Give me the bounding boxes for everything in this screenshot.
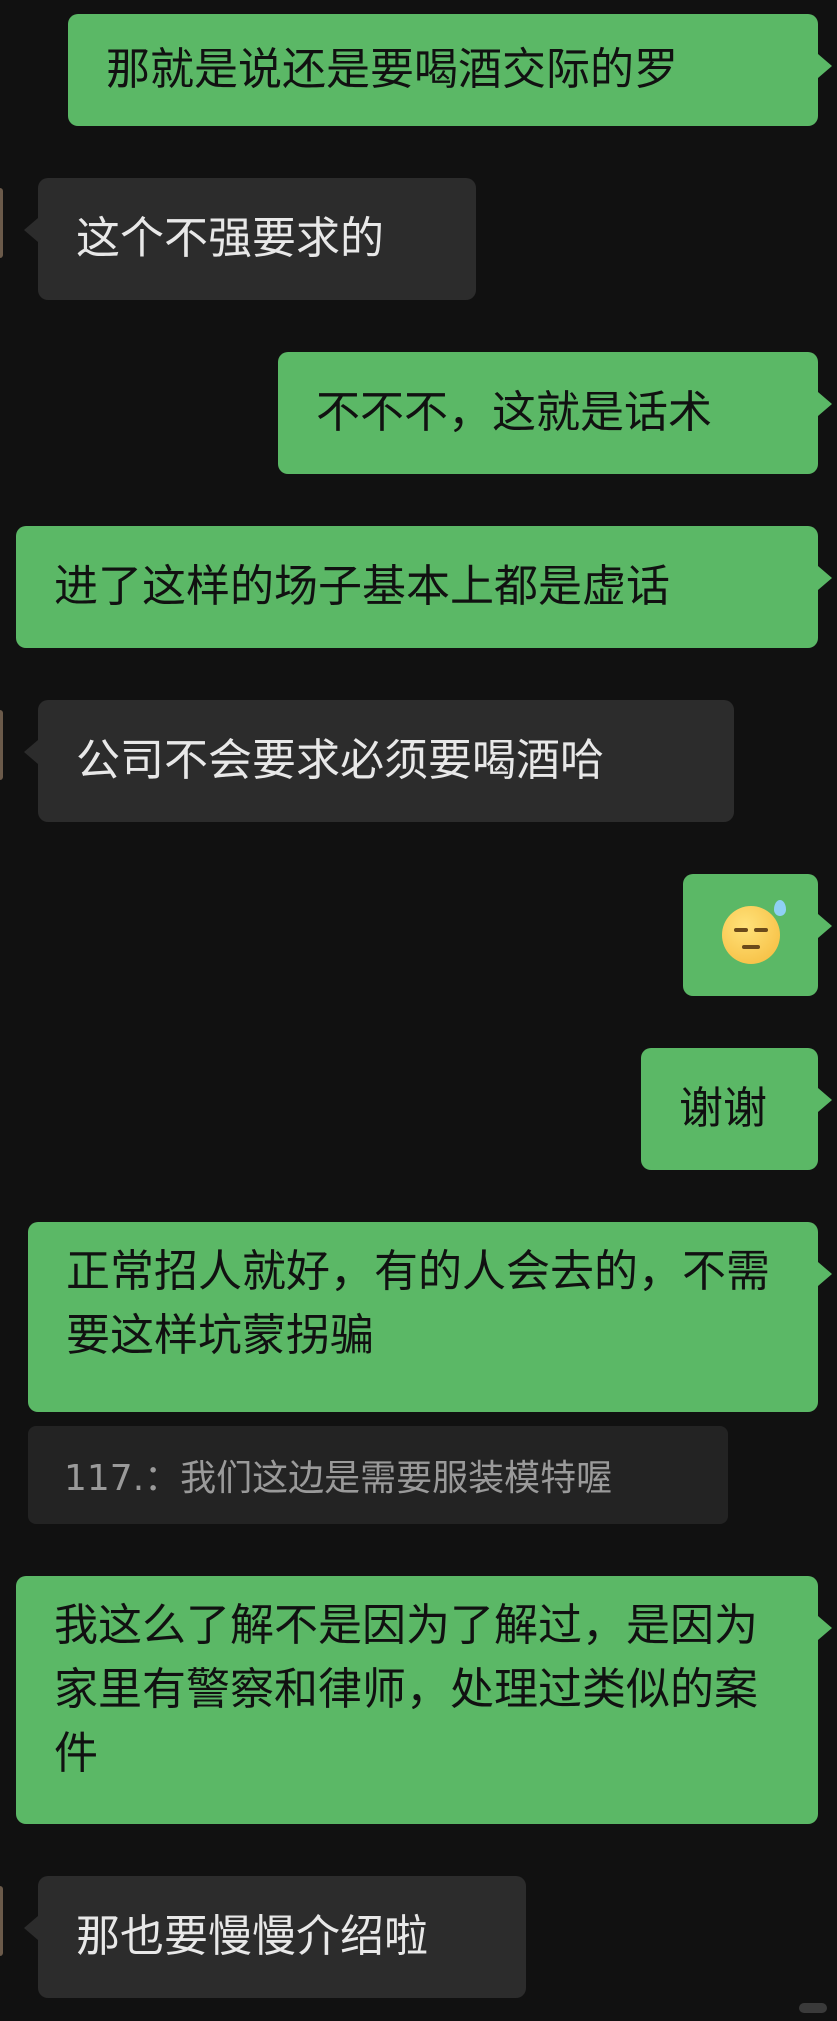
message-text: 公司不会要求必须要喝酒哈 [76,735,604,786]
message-text: 不不不，这就是话术 [316,387,712,438]
message-text: 正常招人就好，有的人会去的，不需要这样坑蒙拐骗 [66,1246,770,1361]
message-text: 进了这样的场子基本上都是虚话 [54,561,670,612]
quoted-message[interactable]: 117.：我们这边是需要服装模特喔 [28,1426,728,1524]
avatar[interactable] [0,188,3,258]
message-incoming[interactable]: 公司不会要求必须要喝酒哈 [24,700,734,822]
message-text: 那就是说还是要喝酒交际的罗 [106,44,678,95]
sweat-expressionless-emoji-icon [721,900,786,964]
message-outgoing[interactable]: 谢谢 [641,1048,832,1170]
message-text: 这个不强要求的 [76,213,384,264]
message-text: 那也要慢慢介绍啦 [76,1911,428,1962]
watermark-icon [799,2003,827,2013]
message-outgoing[interactable]: 进了这样的场子基本上都是虚话 [16,526,832,648]
avatar[interactable] [0,1886,3,1956]
message-incoming[interactable]: 这个不强要求的 [24,178,476,300]
message-outgoing[interactable]: 那就是说还是要喝酒交际的罗 [68,14,832,126]
message-outgoing[interactable]: 正常招人就好，有的人会去的，不需要这样坑蒙拐骗 [28,1222,832,1412]
message-text: 谢谢 [679,1083,767,1134]
avatar[interactable] [0,710,3,780]
quote-text: 117.：我们这边是需要服装模特喔 [64,1458,613,1499]
message-incoming[interactable]: 那也要慢慢介绍啦 [24,1876,526,1998]
message-text: 我这么了解不是因为了解过，是因为家里有警察和律师，处理过类似的案件 [54,1600,758,1779]
message-outgoing[interactable]: 我这么了解不是因为了解过，是因为家里有警察和律师，处理过类似的案件 [16,1576,832,1824]
message-outgoing[interactable]: 不不不，这就是话术 [278,352,832,474]
message-outgoing-emoji[interactable] [683,874,832,996]
